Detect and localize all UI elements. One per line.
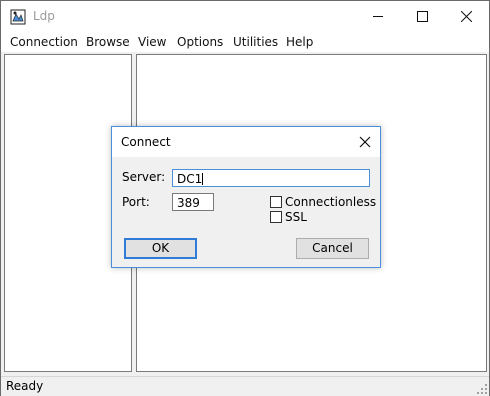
maximize-icon xyxy=(417,11,428,22)
title-bar[interactable]: Ldp xyxy=(1,1,489,32)
port-value: 389 xyxy=(177,196,200,210)
dialog-close-button[interactable] xyxy=(358,135,372,149)
port-label: Port: xyxy=(122,195,150,209)
connect-dialog: Connect Server: DC1 Port: 389 Connection… xyxy=(111,126,381,268)
dialog-title-bar[interactable]: Connect xyxy=(112,127,380,157)
status-bar: Ready xyxy=(1,376,489,396)
menu-bar: Connection Browse View Options Utilities… xyxy=(1,32,489,52)
menu-connection[interactable]: Connection xyxy=(10,35,78,49)
ok-button[interactable]: OK xyxy=(124,238,197,259)
menu-view[interactable]: View xyxy=(138,35,166,49)
server-input[interactable]: DC1 xyxy=(172,169,370,187)
minimize-button[interactable] xyxy=(356,1,400,32)
close-icon xyxy=(359,136,371,148)
close-icon xyxy=(461,11,472,22)
window-title: Ldp xyxy=(33,9,55,23)
status-text: Ready xyxy=(6,379,44,393)
menu-help[interactable]: Help xyxy=(286,35,313,49)
ssl-label[interactable]: SSL xyxy=(285,210,307,224)
menu-browse[interactable]: Browse xyxy=(86,35,130,49)
menu-utilities[interactable]: Utilities xyxy=(233,35,278,49)
ssl-checkbox[interactable] xyxy=(270,211,282,223)
cancel-button[interactable]: Cancel xyxy=(296,238,369,259)
connectionless-label[interactable]: Connectionless xyxy=(285,195,376,209)
connectionless-checkbox[interactable] xyxy=(270,196,282,208)
server-label: Server: xyxy=(122,170,166,184)
server-value: DC1 xyxy=(177,172,203,186)
text-caret xyxy=(202,173,204,185)
close-button[interactable] xyxy=(444,1,488,32)
resize-grip-icon[interactable] xyxy=(477,384,487,394)
minimize-icon xyxy=(373,16,383,17)
dialog-title: Connect xyxy=(121,135,171,149)
port-input[interactable]: 389 xyxy=(172,193,214,211)
menu-options[interactable]: Options xyxy=(177,35,223,49)
maximize-button[interactable] xyxy=(400,1,444,32)
ldp-app-icon xyxy=(10,9,26,25)
